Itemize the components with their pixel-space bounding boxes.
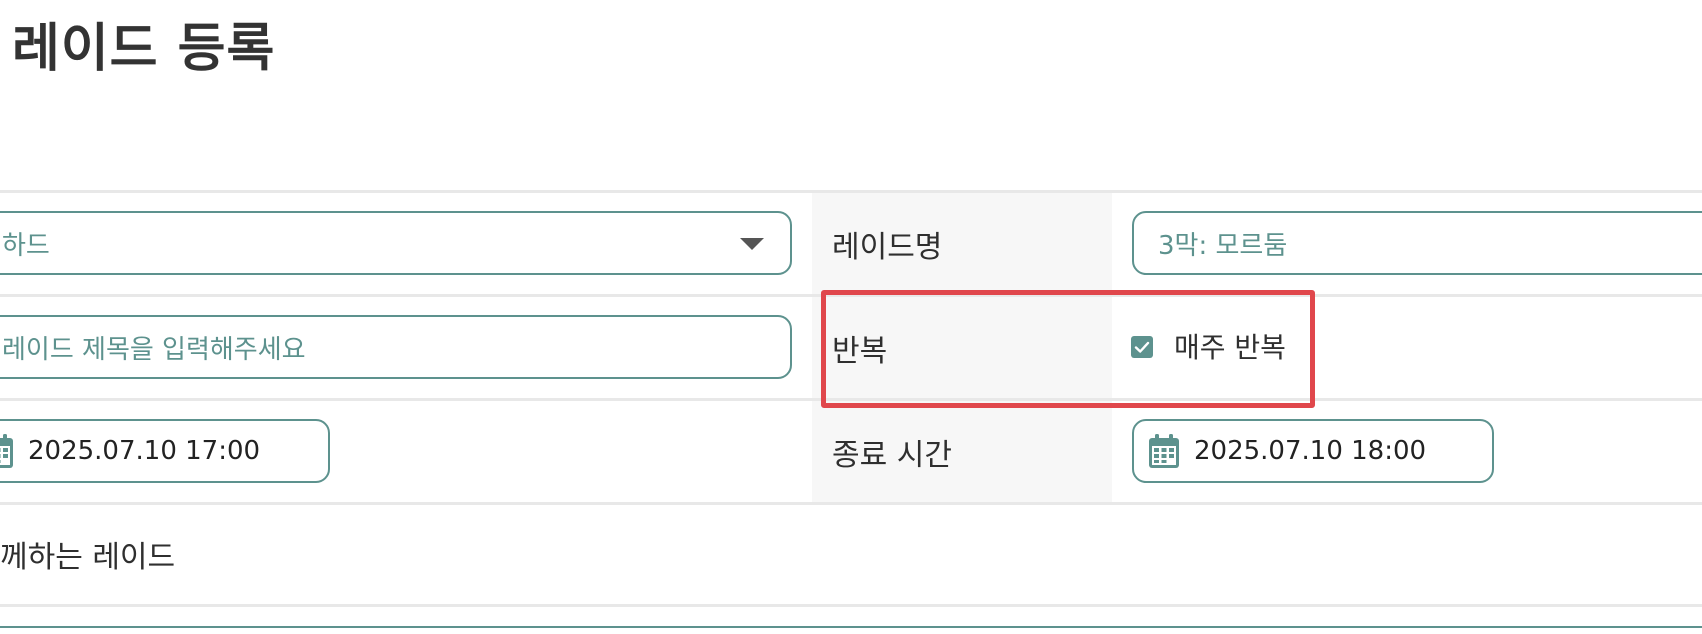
row-divider	[0, 502, 1702, 505]
row-divider	[0, 604, 1702, 607]
repeat-checkbox-label[interactable]: 매주 반복	[1174, 326, 1286, 366]
end-time-input[interactable]: 2025.07.10 18:00	[1132, 419, 1494, 483]
raid-name-label-cell: 레이드명	[812, 193, 1112, 294]
page-title: 레이드 등록	[12, 19, 276, 79]
raid-title-placeholder: 레이드 제목을 입력해주세요	[2, 334, 306, 365]
bottom-divider	[0, 626, 1702, 628]
repeat-checkbox[interactable]	[1131, 336, 1153, 358]
raid-title-input[interactable]: 레이드 제목을 입력해주세요	[0, 315, 792, 379]
calendar-icon	[1148, 432, 1180, 470]
raid-name-label: 레이드명	[832, 229, 943, 265]
start-time-input[interactable]: 2025.07.10 17:00	[0, 419, 330, 483]
difficulty-value: 하드	[2, 230, 50, 261]
repeat-label: 반복	[832, 333, 888, 369]
end-time-value: 2025.07.10 18:00	[1194, 436, 1427, 466]
end-time-label-cell: 종료 시간	[812, 401, 1112, 502]
end-time-label: 종료 시간	[832, 437, 952, 473]
raid-name-input[interactable]: 3막: 모르둠	[1132, 211, 1702, 275]
raid-section-text: 께하는 레이드	[0, 540, 176, 575]
raid-name-value: 3막: 모르둠	[1158, 230, 1288, 261]
chevron-down-icon	[740, 238, 764, 250]
repeat-label-cell: 반복	[812, 297, 1112, 398]
check-icon	[1134, 341, 1150, 353]
start-time-value: 2025.07.10 17:00	[28, 436, 261, 466]
calendar-icon	[0, 432, 14, 470]
difficulty-select[interactable]: 하드	[0, 211, 792, 275]
